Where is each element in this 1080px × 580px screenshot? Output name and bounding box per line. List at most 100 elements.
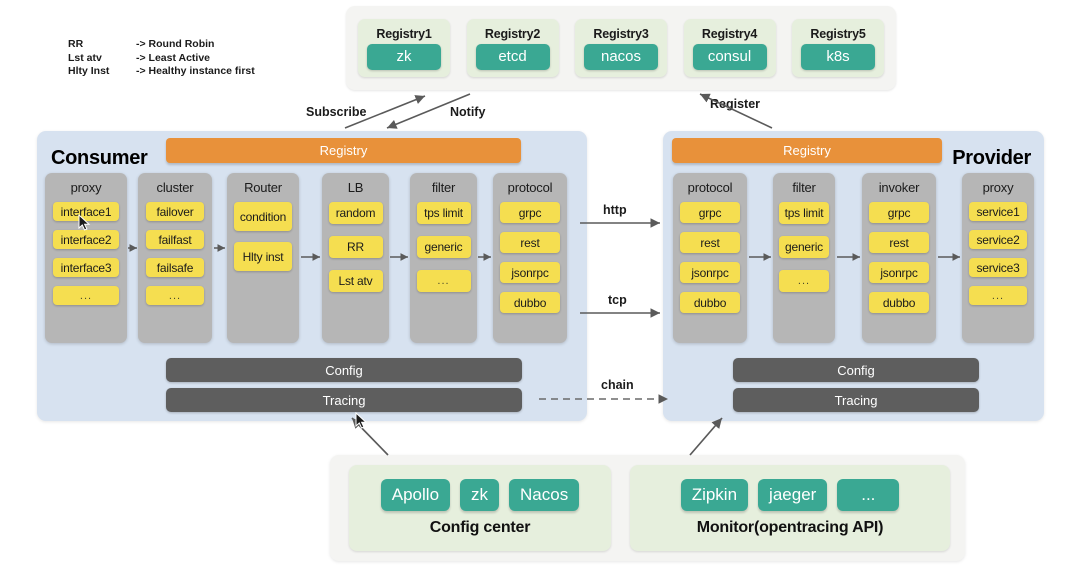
column-title: protocol (507, 180, 553, 195)
legend-value: -> Least Active (136, 51, 211, 64)
config-center-pill[interactable]: Apollo (380, 479, 451, 511)
registry-card-title: Registry3 (593, 26, 649, 41)
column-item[interactable]: jsonrpc (869, 262, 929, 283)
consumer-config-bar[interactable]: Config (166, 358, 522, 382)
consumer-column-router: Router condition Hlty inst (227, 173, 299, 343)
column-item[interactable]: RR (328, 236, 383, 258)
registry-card[interactable]: Registry3 nacos (575, 19, 667, 77)
column-item[interactable]: interface2 (53, 230, 119, 249)
column-title: LB (347, 180, 364, 195)
provider-column-protocol: protocol grpc rest jsonrpc dubbo (673, 173, 747, 343)
consumer-column-proxy: proxy interface1 interface2 interface3 .… (45, 173, 127, 343)
legend-key: RR (68, 38, 84, 50)
column-item[interactable]: jsonrpc (680, 262, 740, 283)
column-item[interactable]: rest (500, 232, 560, 253)
column-item[interactable]: failfast (146, 230, 204, 249)
registry-card-title: Registry2 (484, 26, 541, 41)
column-item[interactable]: dubbo (869, 292, 929, 313)
column-title: Router (244, 180, 282, 195)
column-item[interactable]: service2 (969, 230, 1027, 249)
provider-column-filter: filter tps limit generic ... (773, 173, 835, 343)
column-item[interactable]: ... (969, 286, 1027, 305)
registry-card-value: zk (367, 43, 441, 70)
legend-key: Hlty Inst (68, 65, 110, 77)
registry-card-title: Registry1 (376, 26, 432, 41)
provider-column-proxy: proxy service1 service2 service3 ... (962, 173, 1034, 343)
registry-card-value: consul (692, 43, 767, 70)
column-item[interactable]: dubbo (500, 292, 560, 313)
consumer-column-protocol: protocol grpc rest jsonrpc dubbo (493, 173, 567, 343)
column-item[interactable]: grpc (869, 202, 929, 223)
http-label: http (603, 203, 627, 217)
consumer-tracing-bar[interactable]: Tracing (166, 388, 522, 412)
column-title: proxy (70, 180, 102, 195)
column-item[interactable]: Hlty inst (234, 242, 292, 271)
column-item[interactable]: generic (416, 236, 471, 258)
registry-card[interactable]: Registry1 zk (358, 19, 450, 77)
monitor-pill[interactable]: ... (837, 479, 900, 511)
column-item[interactable]: jsonrpc (500, 262, 560, 283)
registry-card-title: Registry4 (701, 26, 758, 41)
column-item[interactable]: dubbo (680, 292, 740, 313)
monitor-pill[interactable]: jaeger (758, 479, 828, 511)
column-item[interactable]: ... (53, 286, 119, 305)
notify-label: Notify (450, 105, 486, 119)
legend-value: -> Round Robin (136, 38, 215, 50)
registry-strip: Registry1 zk Registry2 etcd Registry3 na… (346, 6, 896, 90)
registry-card-title: Registry5 (810, 26, 866, 41)
bottom-strip: Apollo zk Nacos Config center Zipkin jae… (330, 455, 965, 561)
column-item[interactable]: grpc (680, 202, 740, 223)
column-title: invoker (878, 180, 920, 195)
provider-title: Provider (952, 147, 1031, 169)
column-item[interactable]: interface3 (53, 258, 119, 277)
column-item[interactable]: ... (146, 286, 204, 305)
config-center-pill[interactable]: zk (460, 479, 500, 511)
legend-row: Hlty Inst -> Healthy instance first (68, 65, 328, 79)
consumer-column-cluster: cluster failover failfast failsafe ... (138, 173, 212, 343)
monitor-card: Zipkin jaeger ... Monitor(opentracing AP… (630, 465, 950, 551)
mouse-cursor (355, 412, 368, 429)
column-item[interactable]: generic (779, 236, 829, 258)
column-title: proxy (982, 180, 1014, 195)
column-item[interactable]: condition (234, 202, 292, 231)
provider-column-invoker: invoker grpc rest jsonrpc dubbo (862, 173, 936, 343)
consumer-registry-bar[interactable]: Registry (166, 138, 521, 163)
config-center-pill[interactable]: Nacos (509, 479, 580, 511)
registry-card-value: nacos (584, 43, 658, 70)
consumer-column-lb: LB random RR Lst atv (322, 173, 389, 343)
consumer-title: Consumer (51, 147, 148, 169)
legend-key: Lst atv (68, 51, 102, 64)
legend-row: RR -> Round Robin (68, 38, 328, 52)
registry-card[interactable]: Registry5 k8s (792, 19, 884, 77)
column-item[interactable]: Lst atv (328, 270, 383, 292)
config-center-label: Config center (429, 519, 531, 536)
registry-card[interactable]: Registry4 consul (683, 19, 776, 77)
column-item[interactable]: rest (680, 232, 740, 253)
column-item[interactable]: tps limit (779, 202, 829, 224)
legend-value: -> Healthy instance first (136, 65, 255, 77)
column-item[interactable]: failsafe (146, 258, 204, 277)
monitor-pills: Zipkin jaeger ... (680, 479, 900, 511)
register-label: Register (710, 97, 761, 111)
mouse-cursor (78, 214, 91, 231)
column-item[interactable]: failover (146, 202, 204, 221)
legend-row: Lst atv -> Least Active (68, 52, 328, 66)
column-item[interactable]: random (328, 202, 383, 224)
consumer-column-filter: filter tps limit generic ... (410, 173, 477, 343)
column-item[interactable]: service3 (969, 258, 1027, 277)
provider-config-bar[interactable]: Config (733, 358, 979, 382)
column-title: filter (431, 180, 456, 195)
monitor-pill[interactable]: Zipkin (680, 479, 749, 511)
column-item[interactable]: rest (869, 232, 929, 253)
provider-tracing-bar[interactable]: Tracing (733, 388, 979, 412)
config-center-pills: Apollo zk Nacos (380, 479, 580, 511)
provider-registry-bar[interactable]: Registry (672, 138, 942, 163)
column-title: protocol (687, 180, 733, 195)
column-item[interactable]: tps limit (416, 202, 471, 224)
column-item[interactable]: ... (416, 270, 471, 292)
column-item[interactable]: ... (779, 270, 829, 292)
registry-card[interactable]: Registry2 etcd (466, 19, 559, 77)
column-item[interactable]: service1 (969, 202, 1027, 221)
chain-label: chain (601, 378, 634, 392)
column-item[interactable]: grpc (500, 202, 560, 223)
